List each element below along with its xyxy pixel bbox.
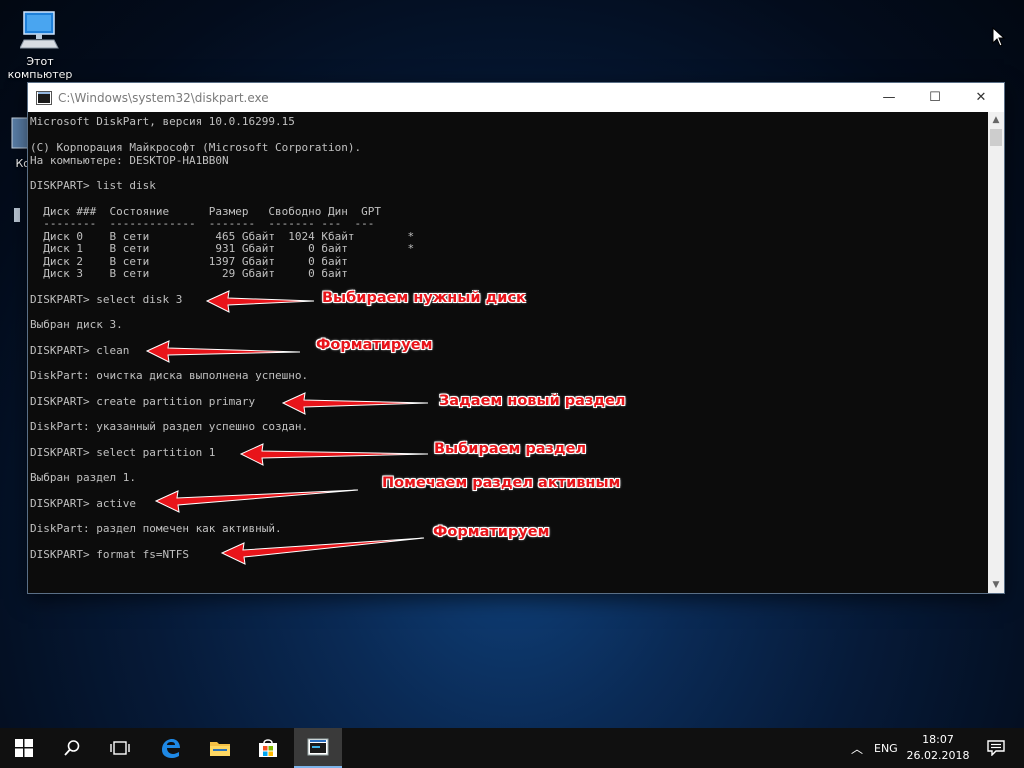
- mouse-cursor-icon: [992, 27, 1006, 47]
- desktop-icon-this-pc[interactable]: Этот компьютер: [2, 10, 78, 81]
- task-view-button[interactable]: [96, 728, 144, 768]
- desktop-icon-label: Этот: [26, 55, 54, 68]
- start-icon: [15, 739, 33, 757]
- desktop-icon-recycle-bin[interactable]: Ко: [0, 114, 30, 170]
- annotation-label: Задаем новый раздел: [439, 393, 626, 409]
- file-explorer-icon: [210, 742, 230, 756]
- clock-date: 26.02.2018: [906, 749, 970, 762]
- edge-icon: [162, 739, 180, 758]
- window-titlebar[interactable]: C:\Windows\system32\diskpart.exe — ☐ ✕: [28, 83, 1004, 112]
- console-app-icon: [36, 90, 52, 105]
- start-button[interactable]: [0, 728, 48, 768]
- window-title: C:\Windows\system32\diskpart.exe: [58, 90, 269, 105]
- annotation-label: Форматируем: [433, 524, 550, 540]
- computer-icon: [20, 11, 59, 49]
- close-button[interactable]: ✕: [958, 83, 1004, 112]
- chevron-up-icon[interactable]: ︿: [846, 740, 868, 757]
- console-output[interactable]: Microsoft DiskPart, версия 10.0.16299.15…: [28, 112, 988, 593]
- close-icon: ✕: [975, 90, 987, 105]
- console-line: -------- ------------- ------- ------- -…: [30, 217, 375, 230]
- console-line: DISKPART> list disk: [30, 179, 156, 192]
- search-icon: [64, 740, 80, 756]
- console-line: DISKPART> active: [30, 497, 136, 510]
- task-view-icon: [110, 741, 130, 755]
- desktop-icon-partial[interactable]: [14, 208, 20, 222]
- console-scrollbar[interactable]: ▲ ▼: [988, 112, 1004, 593]
- maximize-icon: ☐: [929, 90, 941, 105]
- notification-icon: [987, 740, 1005, 756]
- scroll-up-icon[interactable]: ▲: [988, 112, 1004, 128]
- diskpart-icon: [307, 738, 329, 756]
- annotation-label: Выбираем раздел: [434, 441, 587, 457]
- console-line: DISKPART> clean: [30, 344, 130, 357]
- console-line: Выбран раздел 1.: [30, 471, 136, 484]
- maximize-button[interactable]: ☐: [912, 83, 958, 112]
- scroll-down-icon[interactable]: ▼: [988, 577, 1004, 593]
- console-line: DISKPART> select disk 3: [30, 293, 183, 306]
- clock[interactable]: 18:07 26.02.2018: [900, 732, 976, 764]
- console-line: DISKPART> select partition 1: [30, 446, 216, 459]
- annotation-label: Помечаем раздел активным: [382, 475, 621, 491]
- diskpart-taskbar-button[interactable]: [294, 728, 342, 768]
- scroll-thumb[interactable]: [990, 129, 1002, 146]
- console-line: Выбран диск 3.: [30, 318, 123, 331]
- console-line: На компьютере: DESKTOP-HA1BB0N: [30, 154, 229, 167]
- store-button[interactable]: [244, 728, 292, 768]
- console-line: Microsoft DiskPart, версия 10.0.16299.15: [30, 115, 295, 128]
- language-indicator[interactable]: ENG: [874, 742, 898, 755]
- console-line: DiskPart: очистка диска выполнена успешн…: [30, 369, 309, 382]
- console-line: DiskPart: раздел помечен как активный.: [30, 522, 282, 535]
- store-icon: [259, 739, 277, 757]
- clock-time: 18:07: [922, 733, 954, 746]
- console-line: DiskPart: указанный раздел успешно созда…: [30, 420, 309, 433]
- minimize-button[interactable]: —: [866, 83, 912, 112]
- taskbar: ︿ ENG 18:07 26.02.2018: [0, 728, 1024, 768]
- annotation-label: Форматируем: [316, 337, 433, 353]
- console-line: DISKPART> create partition primary: [30, 395, 256, 408]
- console-line: Диск 3 В сети 29 Gбайт 0 байт: [30, 267, 348, 280]
- search-button[interactable]: [48, 728, 96, 768]
- console-line: Диск 1 В сети 931 Gбайт 0 байт *: [30, 242, 415, 255]
- edge-button[interactable]: [146, 728, 194, 768]
- console-line: (C) Корпорация Майкрософт (Microsoft Cor…: [30, 141, 362, 154]
- system-tray: ︿ ENG: [846, 728, 898, 768]
- recycle-bin-icon: [11, 117, 29, 149]
- console-line: DISKPART> format fs=NTFS: [30, 548, 189, 561]
- annotation-label: Выбираем нужный диск: [322, 290, 526, 306]
- action-center-button[interactable]: [972, 728, 1020, 768]
- diskpart-window[interactable]: C:\Windows\system32\diskpart.exe — ☐ ✕ M…: [28, 83, 1004, 593]
- desktop-icon-label: компьютер: [7, 68, 73, 81]
- minimize-icon: —: [882, 90, 896, 105]
- file-explorer-button[interactable]: [196, 728, 244, 768]
